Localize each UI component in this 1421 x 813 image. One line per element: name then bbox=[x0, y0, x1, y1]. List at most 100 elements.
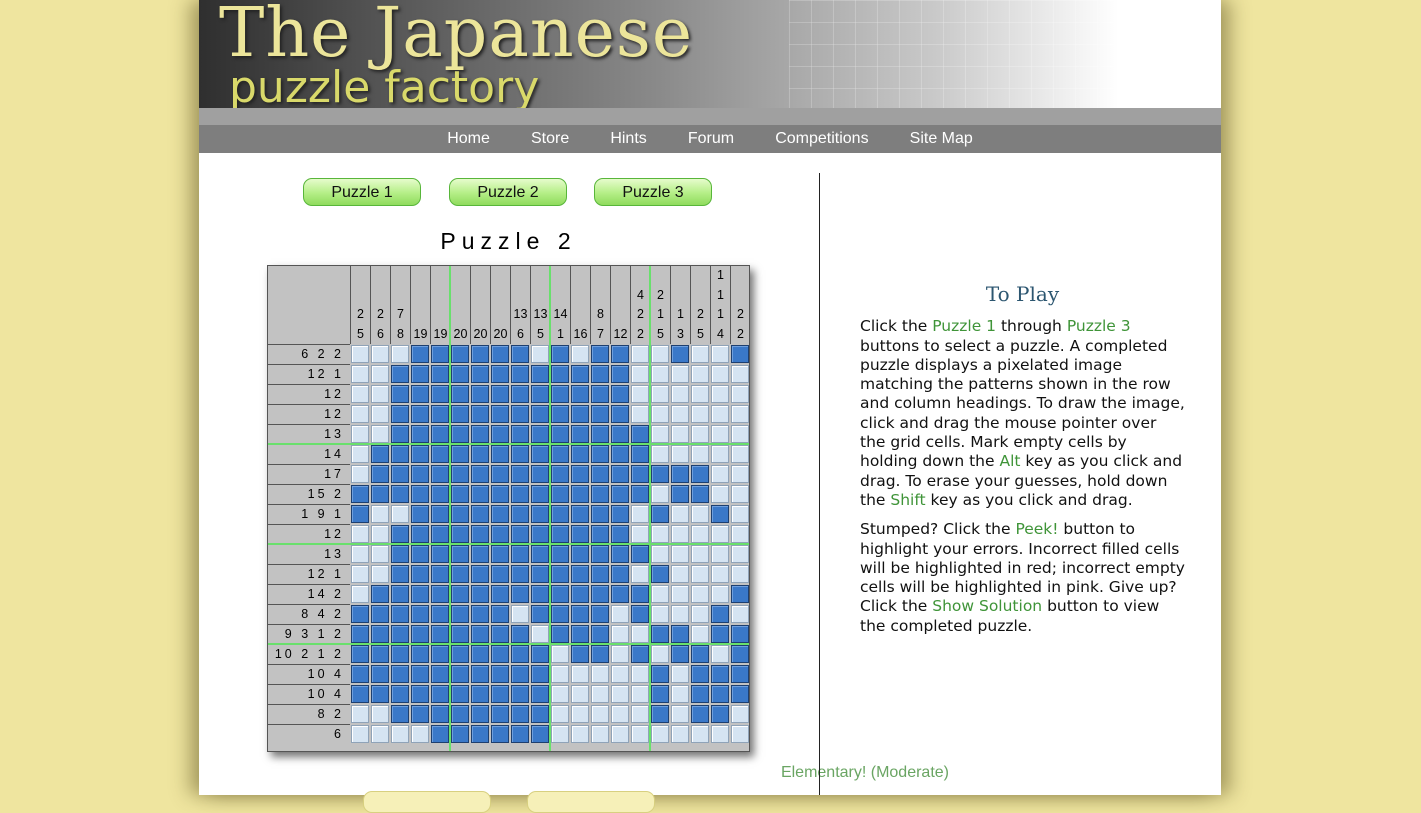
grid-cell-filled[interactable] bbox=[591, 565, 609, 583]
grid-cell-empty[interactable] bbox=[631, 625, 649, 643]
grid-cell-empty[interactable] bbox=[371, 725, 389, 743]
grid-cell-filled[interactable] bbox=[391, 365, 409, 383]
grid-cell-filled[interactable] bbox=[451, 365, 469, 383]
grid-cell-filled[interactable] bbox=[431, 465, 449, 483]
grid-cell-empty[interactable] bbox=[691, 625, 709, 643]
grid-cell-filled[interactable] bbox=[471, 485, 489, 503]
grid-cell-filled[interactable] bbox=[551, 445, 569, 463]
grid-cell-filled[interactable] bbox=[551, 545, 569, 563]
grid-cell-filled[interactable] bbox=[511, 645, 529, 663]
show-solution-button[interactable] bbox=[527, 791, 655, 813]
grid-cell-empty[interactable] bbox=[651, 585, 669, 603]
grid-cell-empty[interactable] bbox=[651, 645, 669, 663]
grid-cell-filled[interactable] bbox=[371, 485, 389, 503]
grid-cell-filled[interactable] bbox=[531, 425, 549, 443]
grid-cell-filled[interactable] bbox=[631, 485, 649, 503]
grid-cell-filled[interactable] bbox=[451, 525, 469, 543]
grid-cell-empty[interactable] bbox=[691, 505, 709, 523]
grid-cell-empty[interactable] bbox=[571, 665, 589, 683]
grid-cell-filled[interactable] bbox=[531, 705, 549, 723]
grid-cell-filled[interactable] bbox=[551, 365, 569, 383]
grid-cell-filled[interactable] bbox=[411, 505, 429, 523]
grid-cell-empty[interactable] bbox=[731, 505, 749, 523]
grid-cell-filled[interactable] bbox=[451, 505, 469, 523]
grid-cell-filled[interactable] bbox=[631, 585, 649, 603]
grid-cell-empty[interactable] bbox=[711, 565, 729, 583]
grid-cell-empty[interactable] bbox=[671, 685, 689, 703]
grid-cell-empty[interactable] bbox=[691, 385, 709, 403]
grid-cell-filled[interactable] bbox=[371, 445, 389, 463]
grid-cell-empty[interactable] bbox=[351, 345, 369, 363]
grid-cell-filled[interactable] bbox=[551, 405, 569, 423]
grid-cell-empty[interactable] bbox=[731, 545, 749, 563]
nav-competitions[interactable]: Competitions bbox=[775, 125, 868, 153]
grid-cell-filled[interactable] bbox=[491, 425, 509, 443]
grid-cell-filled[interactable] bbox=[391, 405, 409, 423]
grid-cell-filled[interactable] bbox=[511, 465, 529, 483]
nav-store[interactable]: Store bbox=[531, 125, 569, 153]
grid-cell-filled[interactable] bbox=[431, 485, 449, 503]
grid-cell-filled[interactable] bbox=[391, 665, 409, 683]
grid-cell-filled[interactable] bbox=[571, 485, 589, 503]
grid-cell-filled[interactable] bbox=[511, 725, 529, 743]
grid-cell-filled[interactable] bbox=[511, 485, 529, 503]
site-banner[interactable]: The Japanese puzzle factory bbox=[199, 0, 1221, 125]
grid-cell-filled[interactable] bbox=[391, 465, 409, 483]
grid-cell-filled[interactable] bbox=[551, 565, 569, 583]
grid-cell-filled[interactable] bbox=[411, 685, 429, 703]
grid-cell-filled[interactable] bbox=[431, 385, 449, 403]
grid-cell-filled[interactable] bbox=[571, 525, 589, 543]
grid-cell-filled[interactable] bbox=[651, 665, 669, 683]
grid-cell-filled[interactable] bbox=[411, 605, 429, 623]
grid-cell-filled[interactable] bbox=[411, 625, 429, 643]
grid-cell-empty[interactable] bbox=[671, 365, 689, 383]
grid-cell-filled[interactable] bbox=[551, 385, 569, 403]
grid-cell-filled[interactable] bbox=[591, 365, 609, 383]
grid-cell-filled[interactable] bbox=[451, 665, 469, 683]
grid-cell-filled[interactable] bbox=[691, 465, 709, 483]
grid-cell-filled[interactable] bbox=[671, 345, 689, 363]
grid-cell-filled[interactable] bbox=[571, 625, 589, 643]
grid-cell-empty[interactable] bbox=[671, 425, 689, 443]
grid-cell-empty[interactable] bbox=[671, 725, 689, 743]
grid-cell-empty[interactable] bbox=[371, 405, 389, 423]
grid-cell-empty[interactable] bbox=[351, 365, 369, 383]
grid-cell-filled[interactable] bbox=[531, 685, 549, 703]
grid-cell-filled[interactable] bbox=[531, 445, 549, 463]
grid-cell-filled[interactable] bbox=[531, 725, 549, 743]
grid-cell-filled[interactable] bbox=[591, 485, 609, 503]
grid-cell-filled[interactable] bbox=[411, 665, 429, 683]
grid-cell-empty[interactable] bbox=[691, 425, 709, 443]
grid-cell-empty[interactable] bbox=[691, 725, 709, 743]
grid-cell-empty[interactable] bbox=[731, 445, 749, 463]
grid-cell-empty[interactable] bbox=[731, 425, 749, 443]
grid-cell-filled[interactable] bbox=[491, 525, 509, 543]
grid-cell-filled[interactable] bbox=[491, 405, 509, 423]
grid-cell-empty[interactable] bbox=[531, 345, 549, 363]
grid-cell-empty[interactable] bbox=[651, 725, 669, 743]
grid-cell-empty[interactable] bbox=[571, 725, 589, 743]
grid-cell-filled[interactable] bbox=[411, 485, 429, 503]
grid-cell-empty[interactable] bbox=[631, 725, 649, 743]
grid-cell-empty[interactable] bbox=[711, 525, 729, 543]
grid-cell-empty[interactable] bbox=[391, 505, 409, 523]
grid-cell-empty[interactable] bbox=[351, 425, 369, 443]
grid-cell-filled[interactable] bbox=[731, 625, 749, 643]
grid-cell-filled[interactable] bbox=[431, 725, 449, 743]
grid-cell-filled[interactable] bbox=[431, 625, 449, 643]
grid-cell-empty[interactable] bbox=[691, 405, 709, 423]
grid-cell-filled[interactable] bbox=[631, 545, 649, 563]
grid-cell-filled[interactable] bbox=[491, 625, 509, 643]
grid-cell-filled[interactable] bbox=[391, 385, 409, 403]
grid-cell-filled[interactable] bbox=[391, 425, 409, 443]
grid-cell-empty[interactable] bbox=[611, 665, 629, 683]
grid-cell-empty[interactable] bbox=[651, 525, 669, 543]
grid-cell-filled[interactable] bbox=[471, 665, 489, 683]
grid-cell-filled[interactable] bbox=[731, 685, 749, 703]
grid-cell-empty[interactable] bbox=[691, 345, 709, 363]
grid-cell-empty[interactable] bbox=[691, 365, 709, 383]
grid-cell-filled[interactable] bbox=[591, 645, 609, 663]
grid-cell-filled[interactable] bbox=[411, 565, 429, 583]
grid-cell-empty[interactable] bbox=[711, 585, 729, 603]
grid-cell-filled[interactable] bbox=[431, 345, 449, 363]
